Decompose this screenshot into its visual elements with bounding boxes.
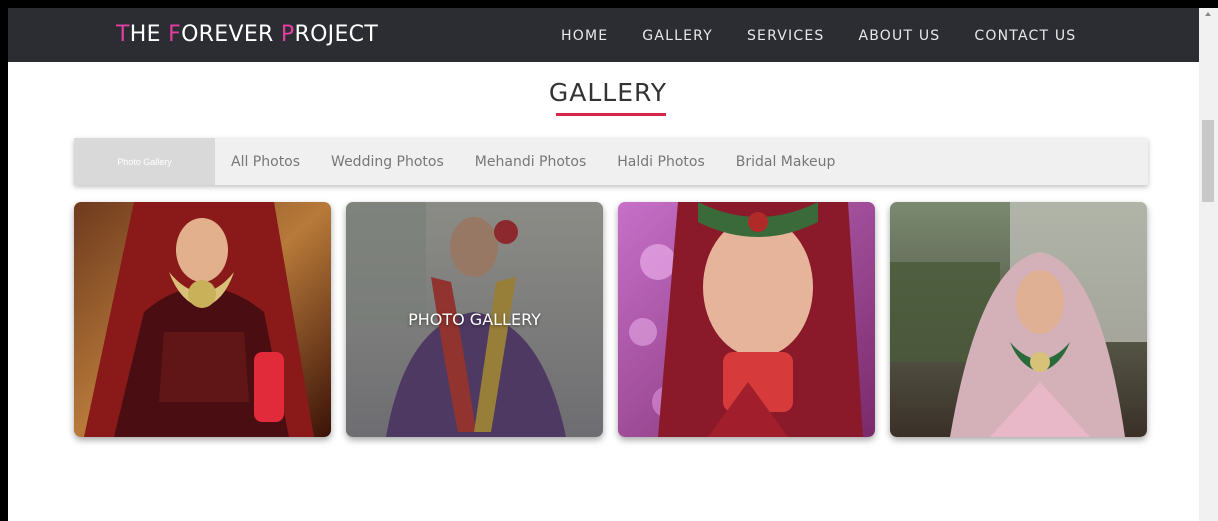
top-navbar: THE FOREVER PROJECT HOME GALLERY SERVICE…	[8, 8, 1208, 62]
nav-about-us[interactable]: ABOUT US	[858, 28, 940, 44]
nav-gallery[interactable]: GALLERY	[642, 28, 713, 44]
logo-letter: P	[280, 22, 295, 47]
browser-viewport: THE FOREVER PROJECT HOME GALLERY SERVICE…	[8, 8, 1208, 521]
photo-card[interactable]	[890, 202, 1147, 437]
tab-wedding-photos[interactable]: Wedding Photos	[331, 154, 444, 170]
logo-letter: F	[168, 22, 182, 47]
tab-photo-gallery[interactable]: Photo Gallery	[74, 138, 215, 185]
page-title: GALLERY	[548, 78, 668, 107]
main-nav: HOME GALLERY SERVICES ABOUT US CONTACT U…	[561, 28, 1110, 44]
tab-bridal-makeup[interactable]: Bridal Makeup	[736, 154, 836, 170]
logo-text: ROJECT	[294, 22, 379, 47]
photo-card[interactable]	[618, 202, 875, 437]
title-underline	[556, 113, 666, 116]
tab-haldi-photos[interactable]: Haldi Photos	[617, 154, 704, 170]
tab-all-photos[interactable]: All Photos	[231, 154, 300, 170]
photo-hover-caption: PHOTO GALLERY	[408, 310, 541, 329]
scroll-up-arrow-icon[interactable]	[1205, 12, 1211, 16]
tab-mehandi-photos[interactable]: Mehandi Photos	[475, 154, 586, 170]
nav-services[interactable]: SERVICES	[747, 28, 825, 44]
bride-red-lehenga-photo	[74, 202, 331, 437]
nav-home[interactable]: HOME	[561, 28, 608, 44]
logo-letter: T	[116, 22, 130, 47]
bride-closeup-makeup-photo	[618, 202, 875, 437]
bride-pink-dupatta-photo	[890, 202, 1147, 437]
photo-card[interactable]	[74, 202, 331, 437]
photo-card[interactable]: PHOTO GALLERY	[346, 202, 603, 437]
nav-contact-us[interactable]: CONTACT US	[974, 28, 1076, 44]
logo-text: OREVER	[181, 22, 281, 47]
gallery-filter-tabs: Photo Gallery All Photos Wedding Photos …	[74, 138, 1148, 185]
scrollbar-thumb[interactable]	[1202, 120, 1214, 202]
vertical-scrollbar[interactable]	[1199, 8, 1218, 521]
site-logo[interactable]: THE FOREVER PROJECT	[116, 22, 378, 47]
logo-text: HE	[129, 22, 169, 47]
